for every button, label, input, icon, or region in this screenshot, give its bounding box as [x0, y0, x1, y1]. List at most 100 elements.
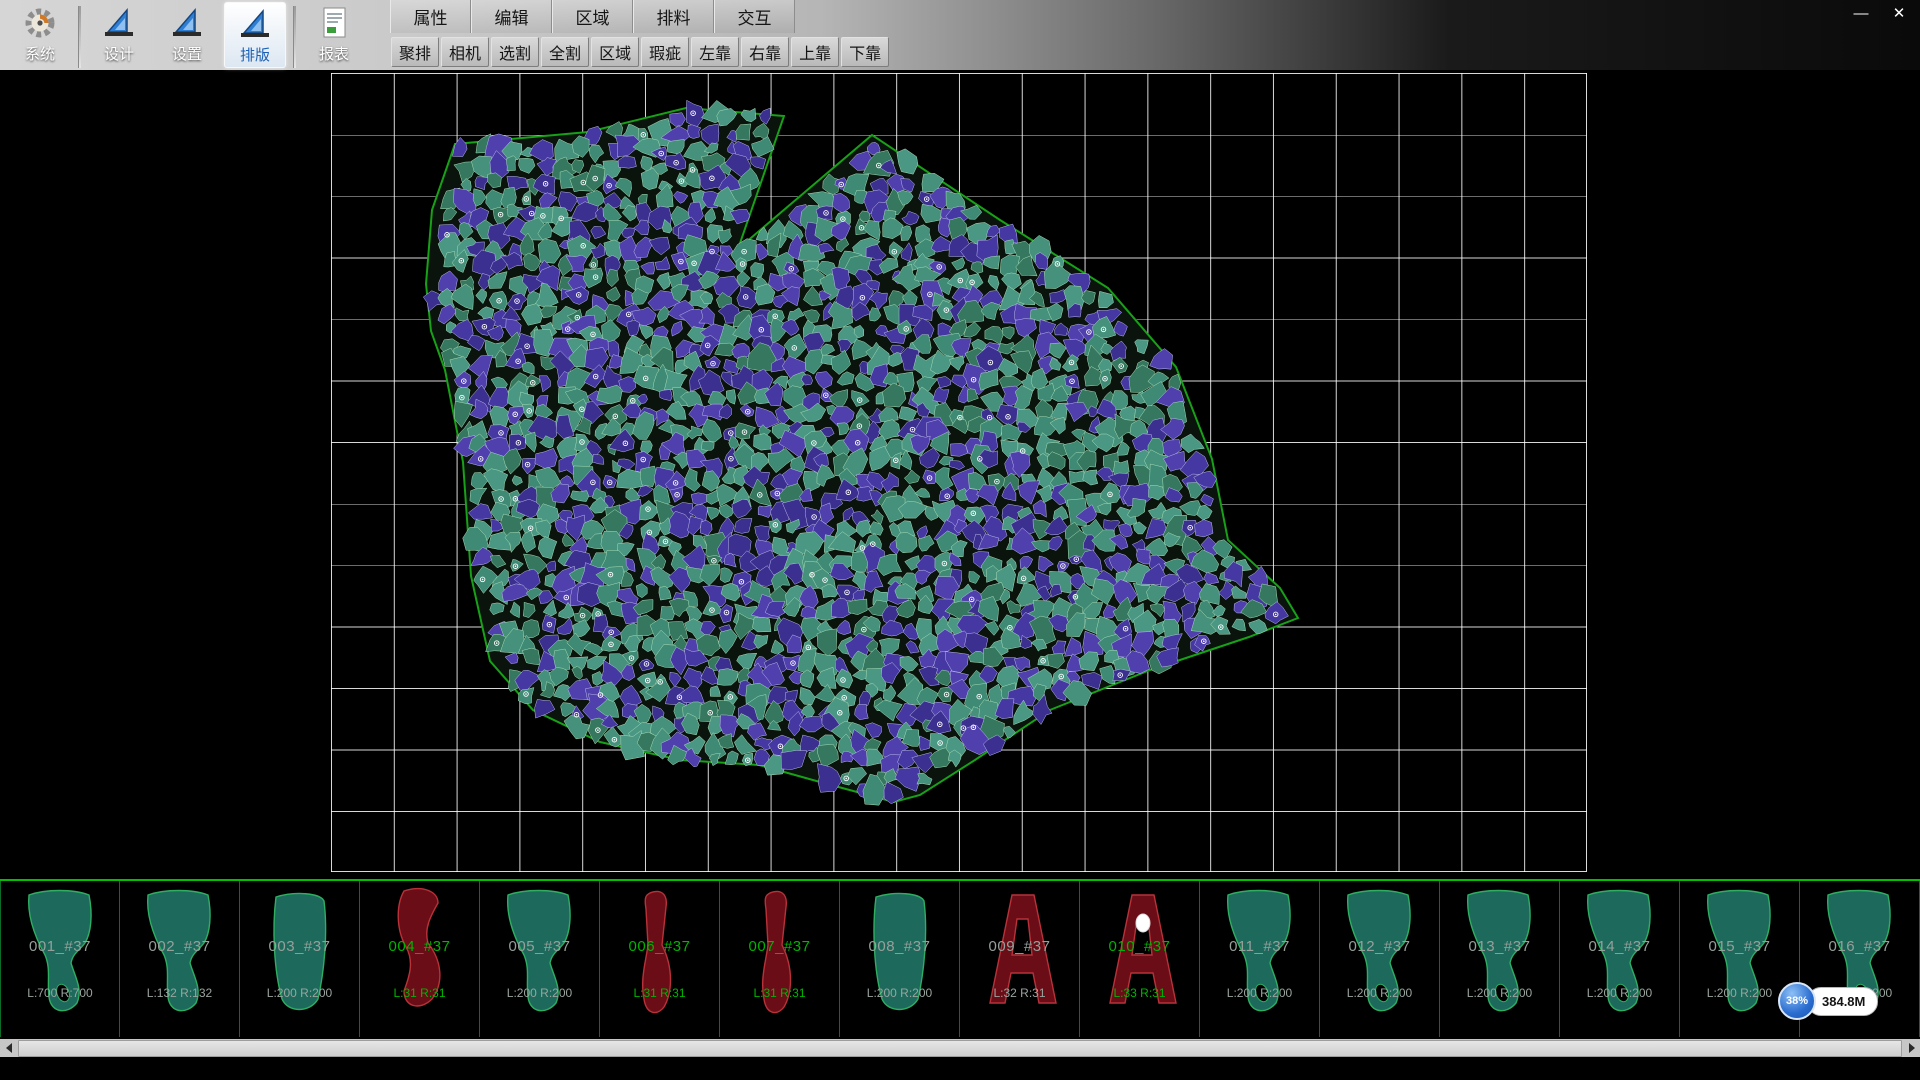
piece-shape-icon: [600, 881, 720, 1037]
piece-label: 001_#37: [1, 938, 119, 955]
piece-thumbnail-009_#37[interactable]: 009_#37 L:32 R:31: [960, 881, 1080, 1037]
piece-shape-icon: [720, 881, 840, 1037]
nav-label: 设置: [172, 43, 202, 64]
hide-layout-svg[interactable]: [0, 70, 1920, 879]
piece-label: 012_#37: [1320, 938, 1439, 955]
minimize-button[interactable]: —: [1850, 3, 1872, 23]
piece-thumbnail-008_#37[interactable]: 008_#37L:200 R:200: [840, 881, 960, 1037]
settings-icon: [168, 5, 206, 41]
piece-count-label: L:200 R:200: [1440, 986, 1559, 1000]
piece-count-label: L:200 R:200: [1560, 986, 1679, 1000]
toolbar-divider: [293, 6, 296, 68]
piece-count-label: L:33 R:31: [1080, 986, 1199, 1000]
piece-thumbnail-011_#37[interactable]: 011_#37L:200 R:200: [1200, 881, 1320, 1037]
piece-count-label: L:31 R:31: [360, 986, 479, 1000]
piece-shape-icon: [480, 881, 600, 1037]
piece-shape-icon: [1560, 881, 1680, 1037]
piece-count-label: L:32 R:31: [960, 986, 1079, 1000]
snap-down-button[interactable]: 下靠: [841, 37, 889, 67]
right-arrow-icon: [1909, 1043, 1915, 1053]
progress-indicator: 38%: [1778, 982, 1816, 1020]
cut-all-button[interactable]: 全割: [541, 37, 589, 67]
piece-label: 007_#37: [720, 938, 839, 955]
piece-shape-icon: [120, 881, 240, 1037]
piece-thumbnail-014_#37[interactable]: 014_#37 L:200 R:200: [1560, 881, 1680, 1037]
menu-tab-nest[interactable]: 排料: [633, 0, 714, 33]
menu-tab-properties[interactable]: 属性: [390, 0, 471, 33]
window-controls: — ✕: [1850, 3, 1910, 23]
menu-tab-region[interactable]: 区域: [552, 0, 633, 33]
piece-label: 013_#37: [1440, 938, 1559, 955]
piece-shape-icon: [1440, 881, 1560, 1037]
snap-right-button[interactable]: 右靠: [741, 37, 789, 67]
piece-thumbnail-002_#37[interactable]: 002_#37 L:132 R:132: [120, 881, 240, 1037]
piece-count-label: L:700 R:700: [1, 986, 119, 1000]
region-button[interactable]: 区域: [591, 37, 639, 67]
piece-label: 002_#37: [120, 938, 239, 955]
piece-thumbnail-006_#37[interactable]: 006_#37 L:31 R:31: [600, 881, 720, 1037]
piece-thumbnail-010_#37[interactable]: 010_#37 L:33 R:31: [1080, 881, 1200, 1037]
piece-label: 011_#37: [1200, 938, 1319, 955]
piece-count-label: L:31 R:31: [600, 986, 719, 1000]
close-button[interactable]: ✕: [1888, 3, 1910, 23]
select-cut-button[interactable]: 选割: [491, 37, 539, 67]
piece-count-label: L:31 R:31: [720, 986, 839, 1000]
nav-report-button[interactable]: 报表: [303, 2, 365, 68]
piece-count-label: L:200 R:200: [480, 986, 599, 1000]
piece-thumbnail-012_#37[interactable]: 012_#37 L:200 R:200: [1320, 881, 1440, 1037]
piece-shape-icon: [840, 881, 960, 1037]
snap-left-button[interactable]: 左靠: [691, 37, 739, 67]
menu-tab-interactive[interactable]: 交互: [714, 0, 795, 33]
status-badge: 38% 384.8M: [1778, 982, 1878, 1020]
nav-label: 系统: [25, 43, 55, 64]
nav-settings-button[interactable]: 设置: [156, 2, 218, 68]
scrollbar-thumb[interactable]: [18, 1040, 1902, 1057]
left-arrow-icon: [6, 1043, 12, 1053]
piece-thumbnail-003_#37[interactable]: 003_#37 L:200 R:200: [240, 881, 360, 1037]
nesting-icon: [236, 6, 274, 42]
scroll-left-button[interactable]: [0, 1039, 17, 1057]
piece-label: 014_#37: [1560, 938, 1679, 955]
scroll-right-button[interactable]: [1903, 1039, 1920, 1057]
nav-system-button[interactable]: 系统: [9, 2, 71, 68]
nesting-canvas[interactable]: [0, 70, 1920, 879]
piece-shape-icon: [1200, 881, 1320, 1037]
piece-count-label: L:132 R:132: [120, 986, 239, 1000]
piece-shape-icon: [240, 881, 360, 1037]
piece-count-label: L:200 R:200: [840, 986, 959, 1000]
piece-label: 010_#37: [1080, 938, 1199, 955]
piece-count-label: L:200 R:200: [1320, 986, 1439, 1000]
piece-label: 005_#37: [480, 938, 599, 955]
nav-nesting-button[interactable]: 排版: [224, 2, 286, 68]
camera-button[interactable]: 相机: [441, 37, 489, 67]
nav-design-button[interactable]: 设计: [88, 2, 150, 68]
tool-button-row: 聚排相机选割全割区域瑕疵左靠右靠上靠下靠: [390, 33, 890, 70]
menu-area: 属性编辑区域排料交互 聚排相机选割全割区域瑕疵左靠右靠上靠下靠: [390, 0, 890, 70]
pieces-thumbnail-strip: 001_#37L:700 R:700002_#37L:132 R:132003_…: [0, 879, 1920, 1037]
piece-shape-icon: [960, 881, 1080, 1037]
piece-thumbnail-004_#37[interactable]: 004_#37 L:31 R:31: [360, 881, 480, 1037]
piece-thumbnail-013_#37[interactable]: 013_#37 L:200 R:200: [1440, 881, 1560, 1037]
snap-up-button[interactable]: 上靠: [791, 37, 839, 67]
piece-count-label: L:200 R:200: [240, 986, 359, 1000]
piece-label: 015_#37: [1680, 938, 1799, 955]
piece-label: 004_#37: [360, 938, 479, 955]
toolbar-divider: [78, 6, 81, 68]
piece-label: 006_#37: [600, 938, 719, 955]
menu-tab-row: 属性编辑区域排料交互: [390, 0, 890, 33]
piece-thumbnail-005_#37[interactable]: 005_#37 L:200 R:200: [480, 881, 600, 1037]
horizontal-scrollbar[interactable]: [0, 1039, 1920, 1057]
defect-button[interactable]: 瑕疵: [641, 37, 689, 67]
design-icon: [100, 5, 138, 41]
piece-thumbnail-007_#37[interactable]: 007_#37 L:31 R:31: [720, 881, 840, 1037]
piece-label: 009_#37: [960, 938, 1079, 955]
nav-label: 报表: [319, 43, 349, 64]
report-icon: [315, 5, 353, 41]
menu-tab-edit[interactable]: 编辑: [471, 0, 552, 33]
main-nav: 系统 设计 设置 排版报表: [0, 0, 368, 70]
piece-label: 003_#37: [240, 938, 359, 955]
piece-thumbnail-001_#37[interactable]: 001_#37 L:700 R:700: [0, 881, 120, 1037]
cluster-nest-button[interactable]: 聚排: [391, 37, 439, 67]
piece-shape-icon: [360, 881, 480, 1037]
nav-label: 设计: [104, 43, 134, 64]
